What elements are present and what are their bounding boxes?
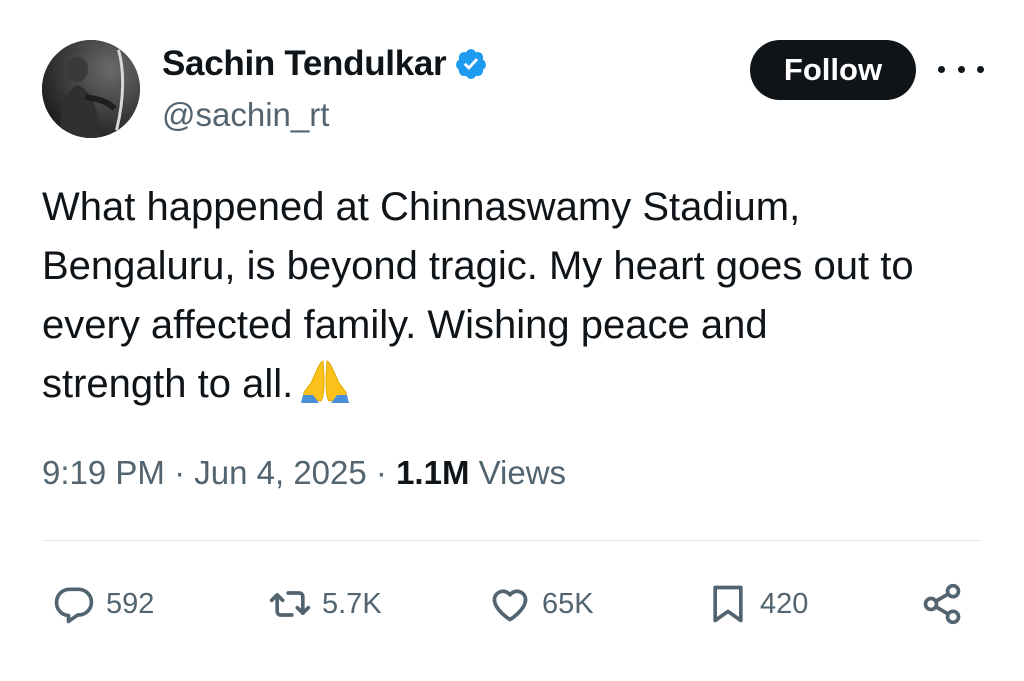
tweet-line-last: strength to all.	[42, 355, 992, 414]
tweet-line: every affected family. Wishing peace and	[42, 303, 768, 347]
reply-icon	[54, 587, 94, 624]
heart-icon	[492, 589, 528, 622]
bookmark-icon	[713, 585, 743, 623]
tweet-time[interactable]: 9:19 PM	[42, 454, 165, 491]
tweet-date[interactable]: Jun 4, 2025	[194, 454, 366, 491]
share-icon	[923, 583, 961, 625]
avatar[interactable]	[42, 40, 140, 138]
divider	[42, 540, 982, 541]
follow-button[interactable]: Follow	[750, 40, 916, 100]
repost-icon	[269, 591, 311, 617]
tweet-text: What happened at Chinnaswamy Stadium, Be…	[42, 178, 992, 414]
separator: ·	[375, 454, 387, 491]
bookmark-button[interactable]: 420	[706, 582, 808, 626]
author-name-row: Sachin Tendulkar	[162, 44, 488, 84]
verified-badge-icon	[454, 47, 488, 81]
repost-count: 5.7K	[322, 587, 382, 620]
action-bar: 592 5.7K 65K 420	[0, 572, 1024, 636]
dot	[938, 65, 945, 73]
author-handle[interactable]: @sachin_rt	[162, 96, 329, 134]
tweet-line: strength to all.	[42, 362, 294, 406]
dot	[977, 65, 984, 73]
reply-button[interactable]: 592	[52, 582, 154, 626]
profile-photo	[42, 40, 140, 138]
dot	[957, 65, 965, 73]
tweet-line: Bengaluru, is beyond tragic. My heart go…	[42, 244, 914, 288]
views-count: 1.1M	[396, 454, 470, 491]
views-label: Views	[478, 454, 567, 491]
repost-button[interactable]: 5.7K	[268, 582, 382, 626]
like-count: 65K	[542, 587, 594, 620]
author-name[interactable]: Sachin Tendulkar	[162, 44, 447, 84]
separator: ·	[174, 454, 186, 491]
folded-hands-icon	[299, 357, 351, 403]
reply-count: 592	[106, 587, 155, 620]
more-options-icon[interactable]	[938, 54, 984, 84]
tweet-line: What happened at Chinnaswamy Stadium,	[42, 185, 801, 229]
share-button[interactable]	[920, 582, 964, 626]
tweet-meta: 9:19 PM · Jun 4, 2025 · 1.1M Views	[42, 454, 566, 492]
bookmark-count: 420	[760, 587, 809, 620]
like-button[interactable]: 65K	[488, 582, 594, 626]
